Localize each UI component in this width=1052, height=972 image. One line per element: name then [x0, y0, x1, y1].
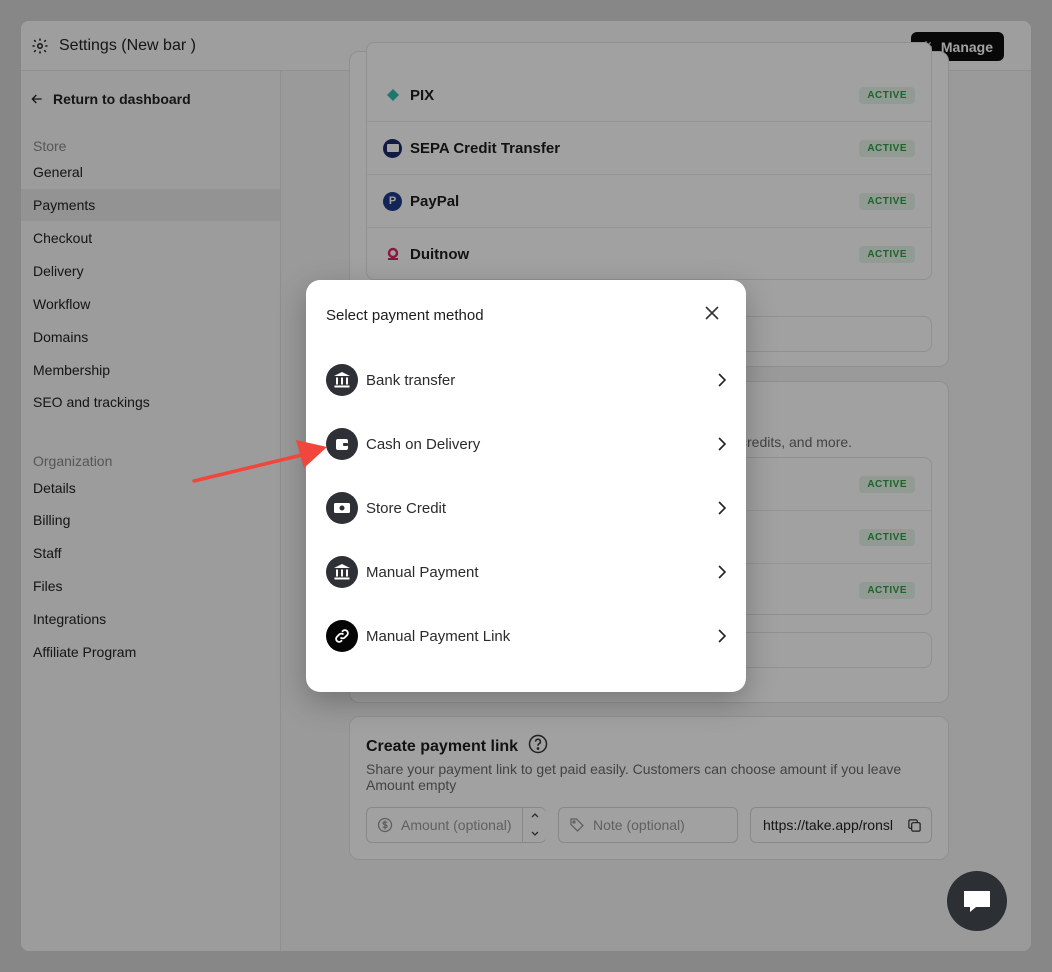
- method-label: Bank transfer: [366, 371, 456, 389]
- close-icon[interactable]: [702, 303, 722, 323]
- chevron-right-icon: [718, 501, 727, 515]
- wallet-icon: [326, 428, 358, 460]
- chevron-right-icon: [718, 437, 727, 451]
- chevron-right-icon: [718, 373, 727, 387]
- method-label: Manual Payment Link: [366, 627, 511, 645]
- method-label: Manual Payment: [366, 563, 479, 581]
- method-bank-transfer[interactable]: Bank transfer: [306, 352, 746, 408]
- select-payment-method-modal: Select payment method Bank transfer Cash…: [306, 280, 746, 692]
- cash-icon: [326, 492, 358, 524]
- method-manual-payment-link[interactable]: Manual Payment Link: [306, 608, 746, 664]
- method-label: Store Credit: [366, 499, 447, 517]
- link-icon: [326, 620, 358, 652]
- modal-title: Select payment method: [326, 307, 484, 324]
- method-label: Cash on Delivery: [366, 435, 481, 453]
- bank-icon: [326, 556, 358, 588]
- chat-button[interactable]: [947, 871, 1007, 931]
- method-cash-on-delivery[interactable]: Cash on Delivery: [306, 416, 746, 472]
- chevron-right-icon: [718, 629, 727, 643]
- bank-icon: [326, 364, 358, 396]
- method-store-credit[interactable]: Store Credit: [306, 480, 746, 536]
- chat-icon: [964, 891, 990, 912]
- method-manual-payment[interactable]: Manual Payment: [306, 544, 746, 600]
- chevron-right-icon: [718, 565, 727, 579]
